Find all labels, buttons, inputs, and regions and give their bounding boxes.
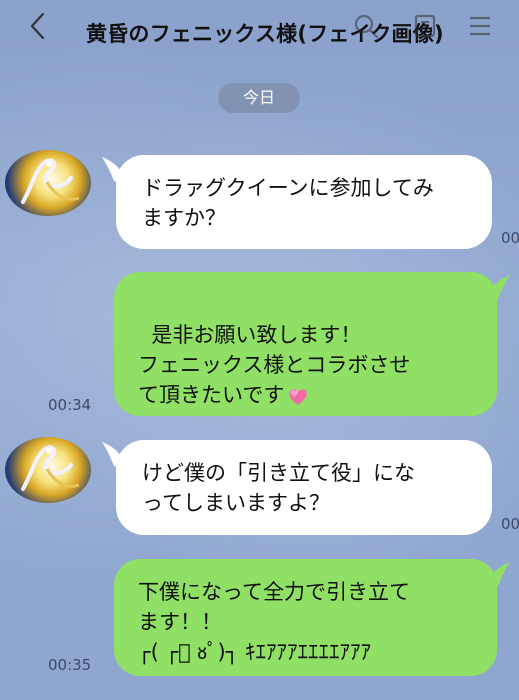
phoenix-avatar-icon (21, 158, 80, 204)
chat-header: 黄昏のフェニックス様(フェイク画像) (0, 0, 519, 72)
chevron-left-icon (30, 12, 45, 40)
message-bubble-received[interactable]: ドラァグクイーンに参加してみ ますか？ (116, 155, 492, 249)
message-bubble-received[interactable]: けど僕の「引き立て役」にな ってしまいますよ？ (116, 440, 492, 535)
phoenix-avatar-icon (21, 445, 80, 491)
message-text: 是非お願い致します！ フェニックス様とコラボさせ て頂きたいです (138, 323, 411, 407)
search-button[interactable] (352, 12, 380, 40)
message-bubble-sent[interactable]: 下僕になって全力で引き立て ます！！ ┌( ┌ﾟ ᴕﾟ)┐ ｷｴｱｱｱｴｴｴｴｱ… (114, 559, 497, 676)
call-icon (414, 14, 436, 38)
call-button[interactable] (412, 12, 440, 40)
message-time: 00: (501, 515, 519, 533)
two-hearts-emoji (286, 384, 310, 408)
date-separator: 今日 (218, 83, 300, 113)
menu-button[interactable] (466, 12, 494, 40)
message-bubble-sent[interactable]: 是非お願い致します！ フェニックス様とコラボさせ て頂きたいです (114, 272, 497, 500)
message-time: 00:34 (48, 396, 92, 414)
menu-icon (470, 16, 490, 36)
message-time: 00:35 (48, 656, 92, 674)
back-button[interactable] (24, 6, 54, 46)
search-icon (354, 14, 379, 39)
avatar[interactable] (5, 150, 91, 216)
chat-title: 黄昏のフェニックス様(フェイク画像) (86, 22, 444, 46)
avatar[interactable] (5, 437, 91, 503)
message-time: 00: (501, 229, 519, 247)
